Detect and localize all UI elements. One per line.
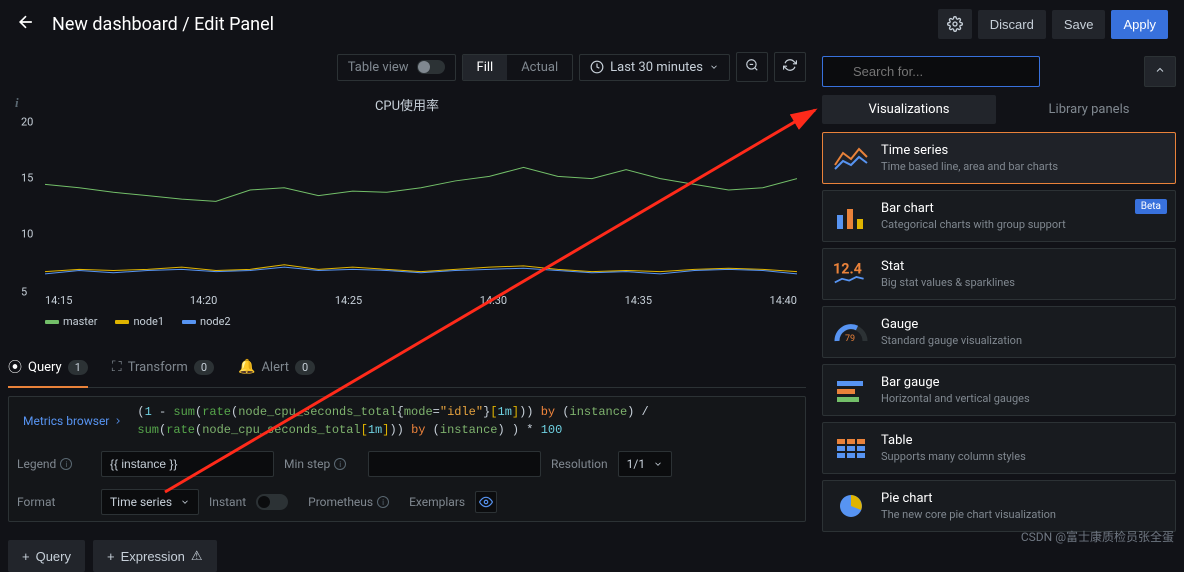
search-input[interactable]	[822, 56, 1040, 87]
y-tick: 15	[21, 172, 33, 185]
add-query-button[interactable]: +Query	[8, 540, 85, 572]
viz-icon	[833, 491, 869, 521]
time-range-picker[interactable]: Last 30 minutes	[579, 54, 730, 81]
back-arrow-icon[interactable]	[16, 12, 36, 37]
tab-transform[interactable]: ⛶ Transform 0	[112, 349, 214, 387]
beta-badge: Beta	[1135, 199, 1167, 214]
format-select[interactable]: Time series	[101, 489, 199, 515]
viz-item-table[interactable]: TableSupports many column styles	[822, 422, 1176, 474]
table-view-toggle[interactable]: Table view	[337, 54, 456, 81]
viz-icon	[833, 201, 869, 231]
transform-icon: ⛶	[112, 359, 122, 375]
min-step-input[interactable]	[368, 451, 541, 477]
zoom-out-button[interactable]	[736, 52, 768, 82]
legend-label: Legendi	[17, 457, 91, 471]
chevron-up-icon	[1154, 64, 1166, 76]
chevron-right-icon	[113, 416, 123, 426]
alert-icon: 🔔	[238, 359, 255, 375]
exemplars-toggle[interactable]	[475, 491, 497, 513]
info-circle-icon[interactable]: i	[334, 458, 346, 470]
instant-toggle[interactable]	[256, 494, 288, 510]
settings-button[interactable]	[938, 9, 972, 39]
info-icon[interactable]: i	[15, 95, 19, 111]
chevron-down-icon	[653, 459, 663, 469]
y-tick: 20	[21, 116, 33, 129]
viz-item-gauge[interactable]: 79GaugeStandard gauge visualization	[822, 306, 1176, 358]
tab-visualizations[interactable]: Visualizations	[822, 95, 996, 124]
viz-item-stat[interactable]: 12.4StatBig stat values & sparklines	[822, 248, 1176, 300]
metrics-browser-button[interactable]: Metrics browser	[17, 410, 129, 432]
query-icon: ⦿	[8, 357, 22, 377]
warning-icon: ⚠	[191, 548, 203, 564]
fill-option[interactable]: Fill	[463, 55, 508, 80]
chart-plot[interactable]: 20 15 10 5	[45, 122, 797, 292]
viz-icon: 12.4	[833, 259, 869, 289]
viz-icon	[833, 433, 869, 463]
prometheus-label: Prometheusi	[308, 495, 389, 509]
chevron-down-icon	[709, 62, 719, 72]
resolution-select[interactable]: 1/1	[618, 451, 672, 477]
y-tick: 10	[21, 228, 33, 241]
instant-label: Instant	[209, 495, 246, 509]
apply-button[interactable]: Apply	[1111, 10, 1168, 39]
svg-text:12.4: 12.4	[833, 260, 862, 277]
legend-item[interactable]: node1	[115, 315, 164, 328]
query-expression[interactable]: (1 - sum(rate(node_cpu_seconds_total{mod…	[137, 403, 797, 439]
viz-item-pie-chart[interactable]: Pie chartThe new core pie chart visualiz…	[822, 480, 1176, 532]
save-button[interactable]: Save	[1052, 10, 1106, 39]
page-title: New dashboard / Edit Panel	[52, 14, 274, 35]
legend-input[interactable]	[101, 451, 274, 477]
panel-title: CPU使用率	[9, 91, 805, 118]
info-circle-icon[interactable]: i	[377, 496, 389, 508]
chevron-down-icon	[180, 497, 190, 507]
zoom-out-icon	[745, 58, 759, 72]
format-label: Format	[17, 495, 91, 509]
collapse-button[interactable]	[1144, 56, 1176, 87]
viz-icon	[833, 143, 869, 173]
y-tick: 5	[21, 286, 27, 299]
resolution-label: Resolution	[551, 457, 608, 471]
refresh-button[interactable]	[774, 52, 806, 82]
legend-item[interactable]: node2	[182, 315, 231, 328]
min-step-label: Min stepi	[284, 457, 358, 471]
add-expression-button[interactable]: +Expression ⚠	[93, 540, 217, 572]
refresh-icon	[783, 58, 797, 72]
svg-text:79: 79	[845, 334, 855, 344]
tab-alert[interactable]: 🔔 Alert 0	[238, 349, 315, 387]
exemplars-label: Exemplars	[409, 495, 465, 509]
tab-library-panels[interactable]: Library panels	[1002, 95, 1176, 124]
info-circle-icon[interactable]: i	[60, 458, 72, 470]
actual-option[interactable]: Actual	[507, 55, 572, 80]
viz-icon	[833, 375, 869, 405]
toggle-icon	[417, 60, 445, 74]
viz-item-time-series[interactable]: Time seriesTime based line, area and bar…	[822, 132, 1176, 184]
discard-button[interactable]: Discard	[978, 10, 1046, 39]
legend-item[interactable]: master	[45, 315, 97, 328]
eye-icon	[479, 495, 493, 509]
viz-item-bar-chart[interactable]: Bar chartCategorical charts with group s…	[822, 190, 1176, 242]
gear-icon	[947, 16, 963, 32]
viz-icon: 79	[833, 317, 869, 347]
tab-query[interactable]: ⦿ Query 1	[8, 349, 88, 387]
clock-icon	[590, 60, 604, 74]
viz-item-bar-gauge[interactable]: Bar gaugeHorizontal and vertical gauges	[822, 364, 1176, 416]
fill-actual-switch[interactable]: Fill Actual	[462, 54, 574, 81]
